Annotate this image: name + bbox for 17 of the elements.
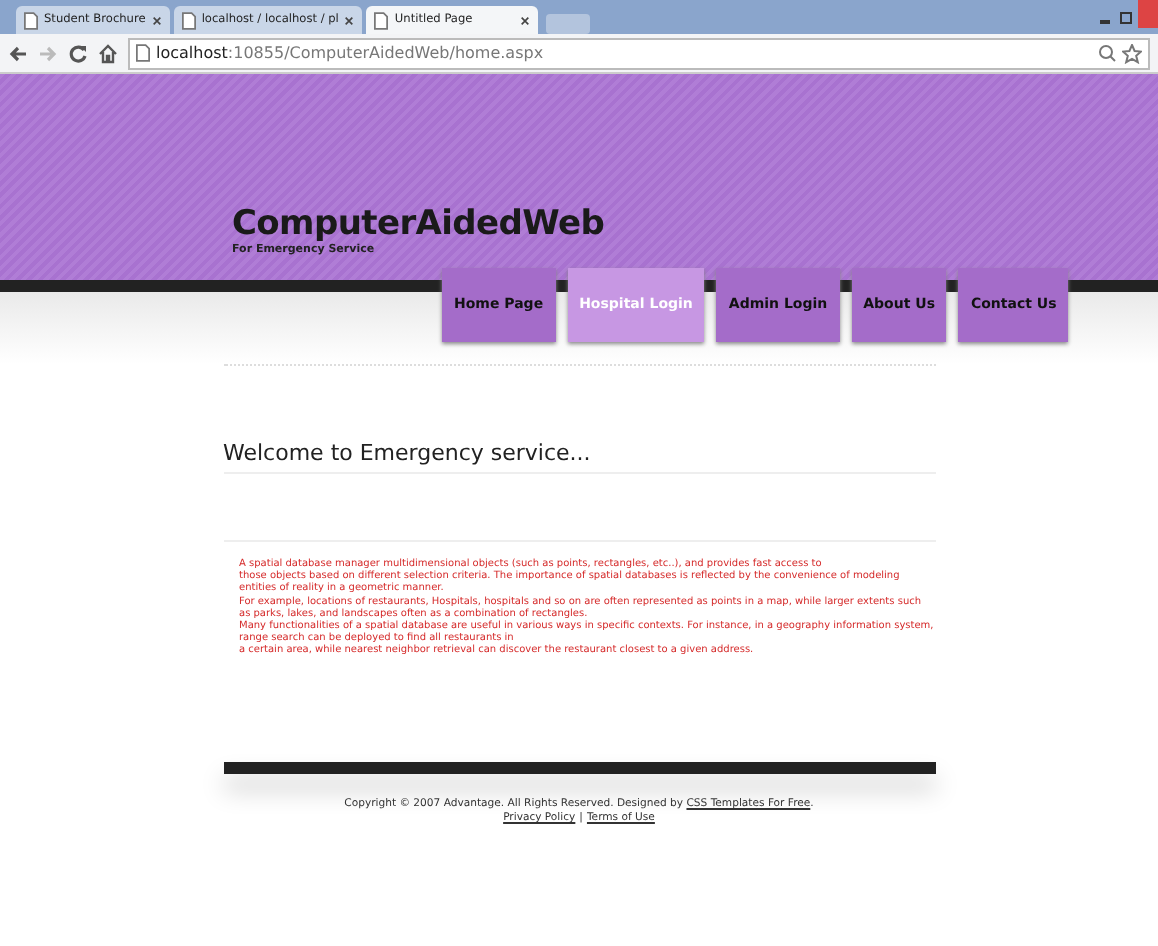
page-icon <box>136 44 150 62</box>
star-icon[interactable] <box>1122 43 1142 63</box>
reload-icon[interactable] <box>68 43 88 63</box>
page-icon <box>181 11 196 29</box>
restore-icon[interactable] <box>1118 9 1134 25</box>
site-title: ComputerAidedWeb <box>232 204 605 244</box>
close-icon[interactable] <box>151 15 162 25</box>
zoom-icon[interactable] <box>1098 44 1116 62</box>
address-field[interactable]: localhost:10855/ComputerAidedWeb/home.aspx <box>128 37 1150 69</box>
back-icon[interactable] <box>8 43 28 63</box>
close-icon[interactable] <box>520 15 531 25</box>
page-icon <box>374 11 389 29</box>
page-icon <box>24 11 38 29</box>
url-text: localhost:10855/ComputerAidedWeb/home.aspx <box>156 44 544 62</box>
page-heading: Welcome to Emergency service... <box>223 440 593 470</box>
close-icon[interactable] <box>344 15 355 25</box>
home-icon[interactable] <box>98 43 118 63</box>
